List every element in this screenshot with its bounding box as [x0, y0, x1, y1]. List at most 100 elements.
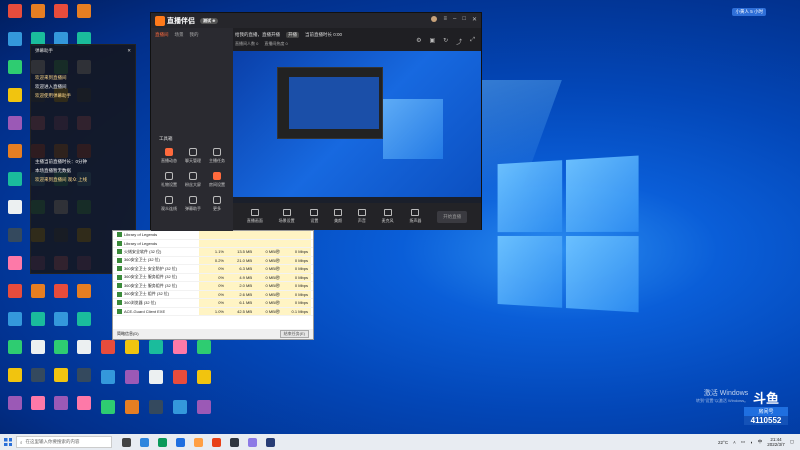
volume-icon[interactable]: ◖: [750, 440, 753, 445]
taskbar-search[interactable]: ⌕ 在这里输入你要搜索的内容: [16, 436, 112, 448]
desktop-icon[interactable]: [121, 340, 143, 366]
top-right-badge[interactable]: 小黄人 5 小时: [732, 8, 766, 16]
tray-chevron-icon[interactable]: ˄: [733, 440, 736, 445]
taskbar-app-icon[interactable]: [194, 438, 203, 447]
desktop-icon[interactable]: [4, 368, 26, 394]
tab-2[interactable]: 我的: [190, 32, 199, 38]
desktop-icon[interactable]: [97, 370, 119, 396]
desktop-icon[interactable]: [193, 400, 215, 426]
task-manager-window[interactable]: Library of Legends Library of Legends 火绒安全…: [112, 230, 314, 340]
desktop-icon[interactable]: [73, 4, 95, 30]
desktop-icon[interactable]: [145, 340, 167, 366]
bottom-tool-0[interactable]: 直播画面: [247, 209, 263, 224]
table-row[interactable]: ACE-Guard Client EXE 1.0% 42.5 MB 0 MB/秒 0.1…: [113, 308, 313, 317]
table-row[interactable]: 火绒安全软件 (32 位) 1.1% 13.5 MB 0 MB/秒 0 Mbps: [113, 248, 313, 257]
screen-icon[interactable]: ▣: [429, 37, 435, 46]
avatar[interactable]: [431, 16, 437, 22]
bottom-tool-4[interactable]: 声音: [358, 209, 366, 224]
desktop-icon[interactable]: [73, 396, 95, 422]
close-icon[interactable]: ✕: [472, 16, 477, 23]
desktop-icon[interactable]: [27, 4, 49, 30]
desktop-icon[interactable]: [4, 312, 26, 338]
desktop-icon[interactable]: [50, 396, 72, 422]
bottom-tool-6[interactable]: 扬声器: [409, 209, 421, 224]
desktop-icon[interactable]: [121, 400, 143, 426]
desktop-icon[interactable]: [27, 312, 49, 338]
desktop-icon[interactable]: [4, 32, 26, 58]
stream-preview[interactable]: [233, 51, 481, 203]
desktop-icon[interactable]: [4, 144, 26, 170]
tool-1[interactable]: 聊天管理: [181, 148, 205, 164]
start-button[interactable]: [0, 434, 16, 450]
taskbar-app-icon[interactable]: [122, 438, 131, 447]
weather-temp[interactable]: 22°C: [718, 440, 728, 445]
desktop-icon[interactable]: [27, 284, 49, 310]
desktop-icon[interactable]: [50, 284, 72, 310]
desktop-icon[interactable]: [50, 340, 72, 366]
desktop-icon[interactable]: [4, 200, 26, 226]
desktop-icon[interactable]: [4, 116, 26, 142]
settings-icon[interactable]: ⚙: [416, 37, 421, 46]
minimize-icon[interactable]: –: [453, 16, 456, 23]
desktop-icon[interactable]: [169, 400, 191, 426]
desktop-icon[interactable]: [50, 312, 72, 338]
bottom-tool-2[interactable]: 设置: [310, 209, 318, 224]
taskbar-app-icon[interactable]: [230, 438, 239, 447]
table-row[interactable]: 360安全卫士 组件 (32 位) 0% 2.6 MB 0 MB/秒 0 Mbps: [113, 291, 313, 300]
tool-0[interactable]: 直播动态: [157, 148, 181, 164]
taskbar-app-icon[interactable]: [176, 438, 185, 447]
tool-2[interactable]: 主播任务: [205, 148, 229, 164]
desktop-icon[interactable]: [169, 370, 191, 396]
desktop-icon[interactable]: [97, 400, 119, 426]
tool-3[interactable]: 礼物设置: [157, 172, 181, 188]
desktop-icon[interactable]: [73, 368, 95, 394]
desktop-icon[interactable]: [27, 368, 49, 394]
tool-8[interactable]: 更多: [205, 196, 229, 212]
streaming-app-window[interactable]: 直播伴侣 测试 ⊕ ≡ – □ ✕ 直播间 场景 我的 工具箱 直播动态 聊天管理 主播…: [150, 12, 482, 230]
tool-7[interactable]: 弹幕助手: [181, 196, 205, 212]
tool-5[interactable]: 房间设置: [205, 172, 229, 188]
desktop-icon[interactable]: [73, 312, 95, 338]
fewer-details-link[interactable]: 简略信息(D): [117, 331, 139, 337]
desktop-icon[interactable]: [50, 4, 72, 30]
desktop-icon[interactable]: [27, 340, 49, 366]
maximize-icon[interactable]: □: [462, 16, 466, 23]
end-task-button[interactable]: 结束任务(E): [280, 330, 309, 338]
close-icon[interactable]: ✕: [127, 48, 131, 54]
desktop-icon[interactable]: [121, 370, 143, 396]
tool-4[interactable]: 粉丝大屏: [181, 172, 205, 188]
table-row[interactable]: 360安全卫士 服务组件 (32 位) 0% 4.9 MB 0 MB/秒 0 Mbps: [113, 274, 313, 283]
desktop-icon[interactable]: [50, 368, 72, 394]
bottom-tool-1[interactable]: 场景设置: [279, 209, 295, 224]
ime-indicator[interactable]: 中: [758, 439, 763, 445]
desktop-icon[interactable]: [4, 256, 26, 282]
desktop-icon[interactable]: [4, 4, 26, 30]
share-icon[interactable]: ⤴: [456, 37, 462, 46]
desktop-icon[interactable]: [73, 340, 95, 366]
desktop-icon[interactable]: [4, 60, 26, 86]
desktop-icon[interactable]: [145, 370, 167, 396]
desktop-icon[interactable]: [27, 396, 49, 422]
desktop-icon[interactable]: [4, 88, 26, 114]
desktop-icon[interactable]: [73, 284, 95, 310]
desktop-icon[interactable]: [4, 228, 26, 254]
table-row[interactable]: 360安全卫士 (32 位) 0.2% 21.0 MB 0 MB/秒 0 Mbps: [113, 257, 313, 266]
desktop-icon[interactable]: [4, 284, 26, 310]
version-badge[interactable]: 测试 ⊕: [200, 18, 218, 24]
go-live-button[interactable]: 开始直播: [437, 211, 467, 223]
tab-1[interactable]: 场景: [175, 32, 184, 38]
desktop-icon[interactable]: [4, 172, 26, 198]
table-row[interactable]: 360安全卫士 服务组件 (32 位) 0% 2.0 MB 0 MB/秒 0 Mbps: [113, 282, 313, 291]
menu-icon[interactable]: ≡: [443, 16, 447, 23]
network-icon[interactable]: ▭: [741, 439, 745, 445]
notification-icon[interactable]: ▢: [790, 439, 794, 445]
taskbar-app-icon[interactable]: [140, 438, 149, 447]
taskbar-app-icon[interactable]: [158, 438, 167, 447]
desktop-icon[interactable]: [97, 340, 119, 366]
taskbar-app-icon[interactable]: [266, 438, 275, 447]
desktop-icon[interactable]: [193, 340, 215, 366]
table-row[interactable]: 360浏览器 (32 位) 0% 6.1 MB 0 MB/秒 0 Mbps: [113, 299, 313, 308]
desktop-icon[interactable]: [193, 370, 215, 396]
desktop-icon[interactable]: [4, 340, 26, 366]
bottom-tool-3[interactable]: 美颜: [334, 209, 342, 224]
